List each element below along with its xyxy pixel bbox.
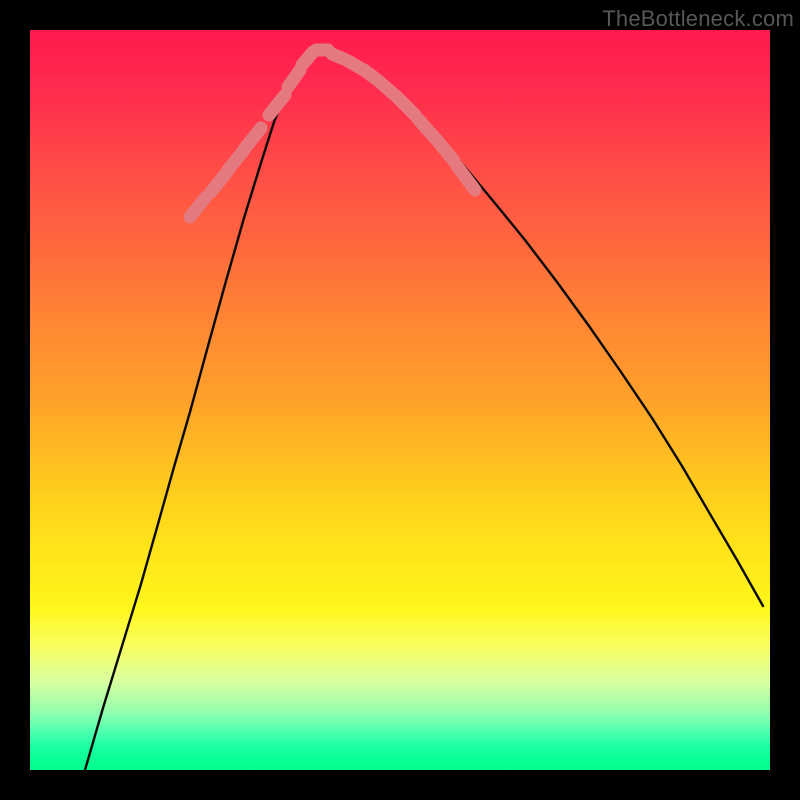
bottleneck-chart	[30, 30, 770, 770]
highlight-right-6	[436, 139, 454, 161]
plot-area	[30, 30, 770, 770]
highlight-left-0	[190, 197, 206, 217]
watermark-text: TheBottleneck.com	[602, 6, 794, 32]
highlight-left-4	[269, 95, 285, 115]
highlight-right-7	[457, 166, 475, 190]
highlight-left-5	[288, 70, 300, 87]
highlight-right-4	[399, 99, 415, 115]
highlight-left-3	[245, 128, 261, 148]
bottleneck-curve	[85, 50, 763, 770]
